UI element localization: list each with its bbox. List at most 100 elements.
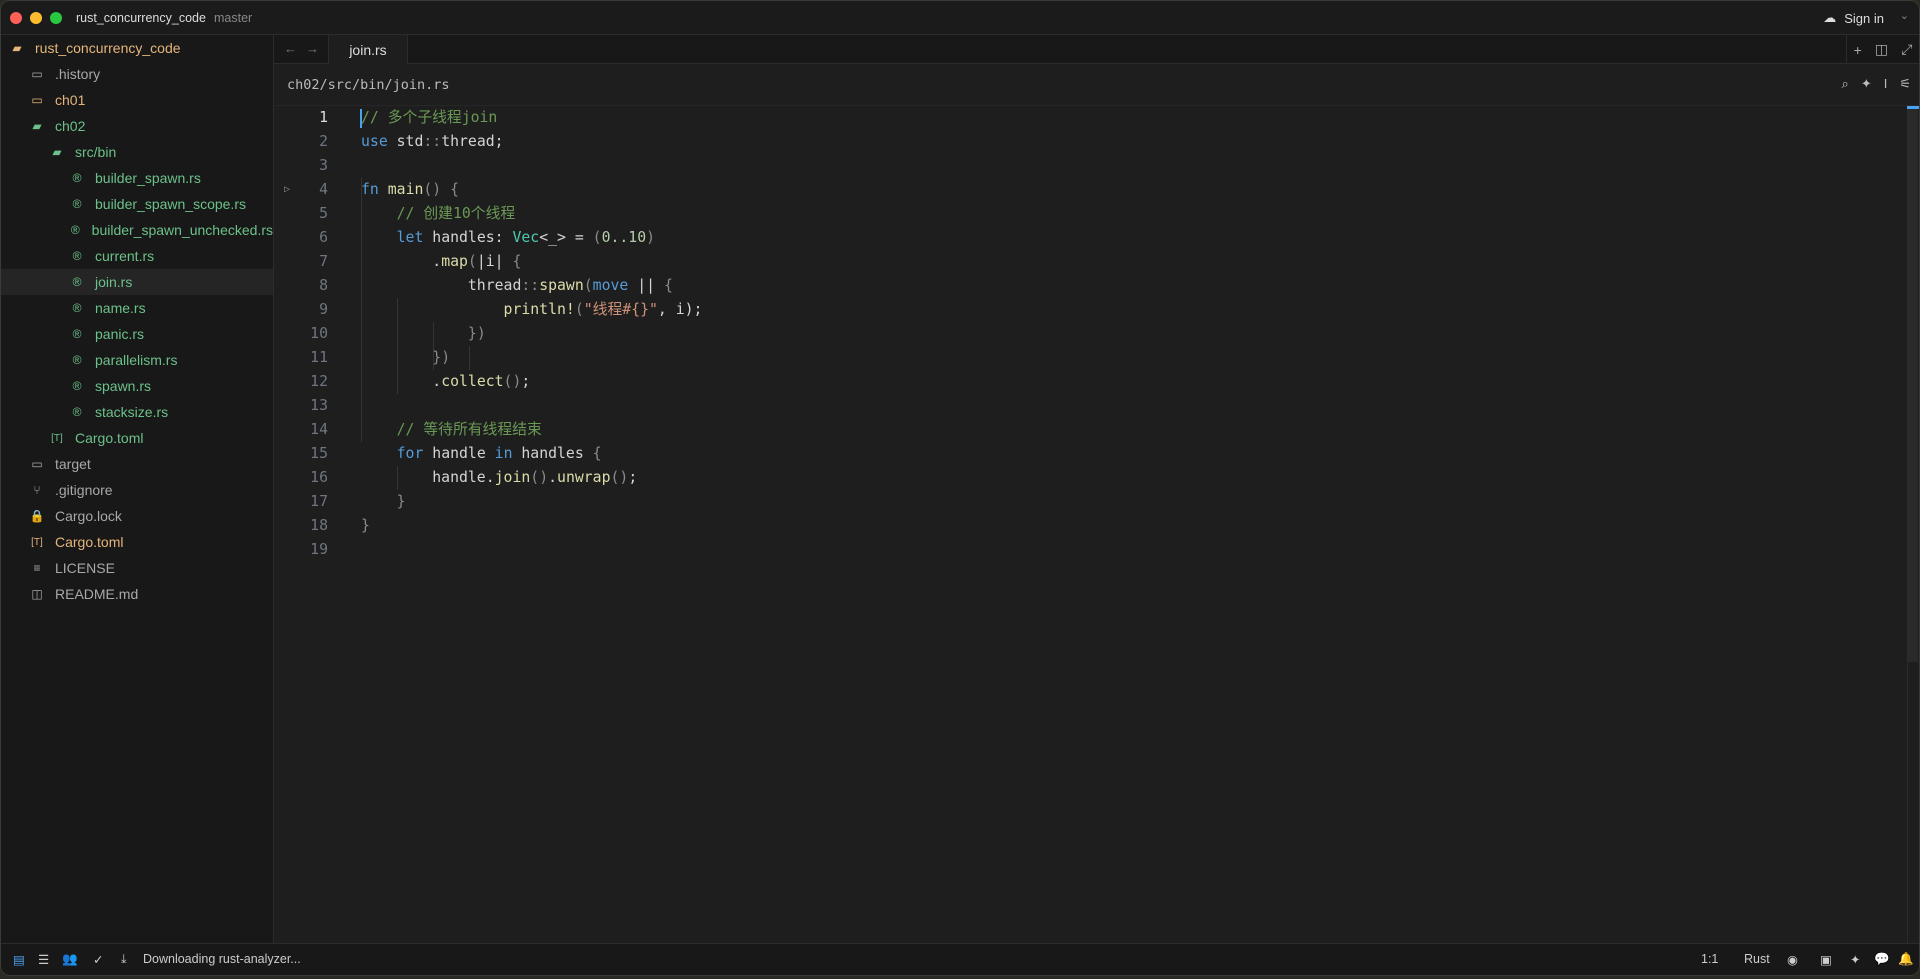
tree-item[interactable]: ® name.rs — [1, 295, 273, 321]
tree-item[interactable]: ® builder_spawn_unchecked.rs — [1, 217, 273, 243]
code-line: 4 ▷ fn main() { — [274, 178, 1874, 202]
tree-item[interactable]: ▰ src/bin — [1, 139, 273, 165]
split-pane-icon[interactable]: ◫ — [1875, 41, 1888, 58]
tree-item[interactable]: 🔒 Cargo.lock — [1, 503, 273, 529]
folder-open-icon: ▰ — [52, 145, 62, 159]
line-number: 14 — [310, 421, 328, 438]
vertical-scrollbar[interactable] — [1907, 106, 1919, 943]
folder-open-icon: ▰ — [32, 119, 42, 133]
tab-label: join.rs — [349, 41, 387, 58]
chat-icon[interactable]: 💬 — [1874, 952, 1890, 967]
lock-icon: 🔒 — [29, 509, 45, 523]
code-token: . — [361, 373, 442, 390]
code-token: () — [530, 469, 549, 486]
language-selector[interactable]: Rust — [1744, 952, 1770, 966]
folder-icon: ▭ — [31, 93, 43, 107]
code-text: println!("线程#{}", i); — [361, 298, 703, 322]
tree-item-label: parallelism.rs — [95, 352, 178, 368]
cursor-position[interactable]: 1:1 — [1701, 952, 1718, 966]
code-token: fn — [361, 181, 379, 198]
outline-icon[interactable]: ☰ — [38, 952, 49, 967]
run-icon[interactable]: ▷ — [284, 178, 290, 202]
tree-item-label: builder_spawn_unchecked.rs — [91, 222, 273, 238]
tree-item[interactable]: ® stacksize.rs — [1, 399, 273, 425]
rust-file-icon: ® — [72, 379, 82, 393]
maximize-window-button[interactable] — [50, 12, 62, 24]
code-token: println! — [503, 301, 575, 318]
bell-icon[interactable]: 🔔 — [1898, 952, 1914, 967]
plus-icon[interactable]: + — [1854, 42, 1862, 58]
assistant-sparkle-icon[interactable]: ✦ — [1861, 76, 1872, 92]
chevron-down-icon[interactable]: ⌄ — [1900, 9, 1909, 22]
check-icon[interactable]: ✓ — [93, 952, 103, 967]
tree-item[interactable]: ▰ ch02 — [1, 113, 273, 139]
code-token: }) — [432, 349, 451, 366]
scrollbar-thumb[interactable] — [1908, 106, 1918, 662]
breadcrumb-bar: ch02/src/bin/join.rs ⌕ ✦ I ⚟ — [274, 64, 1919, 106]
project-name[interactable]: rust_concurrency_code — [76, 11, 206, 25]
terminal-icon[interactable]: ▣ — [1820, 952, 1832, 967]
line-number: 2 — [319, 133, 328, 150]
rust-file-icon: ® — [72, 197, 82, 211]
sign-in-button[interactable]: ☁ Sign in — [1823, 10, 1884, 26]
tree-item[interactable]: ◫ README.md — [1, 581, 273, 607]
tree-item-label: LICENSE — [55, 560, 115, 576]
code-line: 7 .map(|i| { — [274, 250, 1874, 274]
code-token: ( — [467, 253, 477, 270]
tree-item-label: Cargo.toml — [55, 534, 124, 550]
tree-item[interactable]: ® panic.rs — [1, 321, 273, 347]
tree-item[interactable]: ▰ rust_concurrency_code — [1, 35, 273, 61]
code-editor[interactable]: 1// 多个子线程join 2 use std::thread; 3 4 ▷ fn main… — [274, 106, 1919, 943]
text-cursor-icon[interactable]: I — [1884, 76, 1888, 92]
breadcrumb[interactable]: ch02/src/bin/join.rs — [287, 77, 450, 93]
code-line: 10 }) — [274, 322, 1874, 346]
tree-item[interactable]: ▭ .history — [1, 61, 273, 87]
code-text: .collect(); — [361, 370, 530, 394]
collab-icon[interactable]: 👥 — [62, 952, 78, 967]
tab-join-rs[interactable]: join.rs — [328, 35, 408, 64]
tree-item[interactable]: ® builder_spawn_scope.rs — [1, 191, 273, 217]
rust-file-icon: ® — [72, 353, 82, 367]
assistant-icon[interactable]: ✦ — [1850, 952, 1860, 967]
tree-item[interactable]: ® spawn.rs — [1, 373, 273, 399]
code-token: . — [548, 469, 558, 486]
search-icon[interactable]: ⌕ — [1842, 76, 1849, 92]
code-line: 12 .collect(); — [274, 370, 1874, 394]
close-window-button[interactable] — [10, 12, 22, 24]
tree-item[interactable]: ® join.rs — [1, 269, 273, 295]
tree-item[interactable]: [T] Cargo.toml — [1, 425, 273, 451]
maximize-icon[interactable]: ⤢ — [1901, 41, 1912, 58]
copilot-icon[interactable]: ◉ — [1787, 952, 1798, 967]
tree-item-label: Cargo.toml — [75, 430, 144, 446]
minimize-window-button[interactable] — [30, 12, 42, 24]
code-line: 18} — [274, 514, 1874, 538]
rust-file-icon: ® — [72, 249, 82, 263]
rust-file-icon: ® — [70, 223, 80, 237]
project-panel-icon[interactable]: ▤ — [13, 952, 25, 967]
code-line: 19 — [274, 538, 1874, 562]
forward-arrow-icon[interactable]: → — [306, 41, 319, 56]
tab-bar: ← → join.rs + ◫ ⤢ — [274, 35, 1919, 64]
code-token: , i — [657, 301, 685, 318]
tree-item[interactable]: ® builder_spawn.rs — [1, 165, 273, 191]
book-icon: ◫ — [31, 587, 43, 601]
line-number: 15 — [310, 445, 328, 462]
editor-window: rust_concurrency_code master ☁ Sign in ⌄ … — [0, 0, 1920, 976]
code-token: . — [361, 253, 442, 270]
tree-item[interactable]: ▭ target — [1, 451, 273, 477]
tree-item[interactable]: ® parallelism.rs — [1, 347, 273, 373]
tree-item[interactable]: ® current.rs — [1, 243, 273, 269]
line-number: 19 — [310, 541, 328, 558]
code-token: collect — [441, 373, 504, 390]
status-message[interactable]: Downloading rust-analyzer... — [143, 952, 301, 966]
tree-item[interactable]: ⑂ .gitignore — [1, 477, 273, 503]
tree-item[interactable]: ≡ LICENSE — [1, 555, 273, 581]
branch-name[interactable]: master — [214, 11, 252, 25]
back-arrow-icon[interactable]: ← — [284, 41, 297, 56]
settings-sliders-icon[interactable]: ⚟ — [1899, 76, 1911, 92]
tree-item[interactable]: ▭ ch01 — [1, 87, 273, 113]
code-token: // 多个子线程join — [361, 109, 498, 126]
tree-item[interactable]: [T] Cargo.toml — [1, 529, 273, 555]
code-token: () — [503, 373, 522, 390]
